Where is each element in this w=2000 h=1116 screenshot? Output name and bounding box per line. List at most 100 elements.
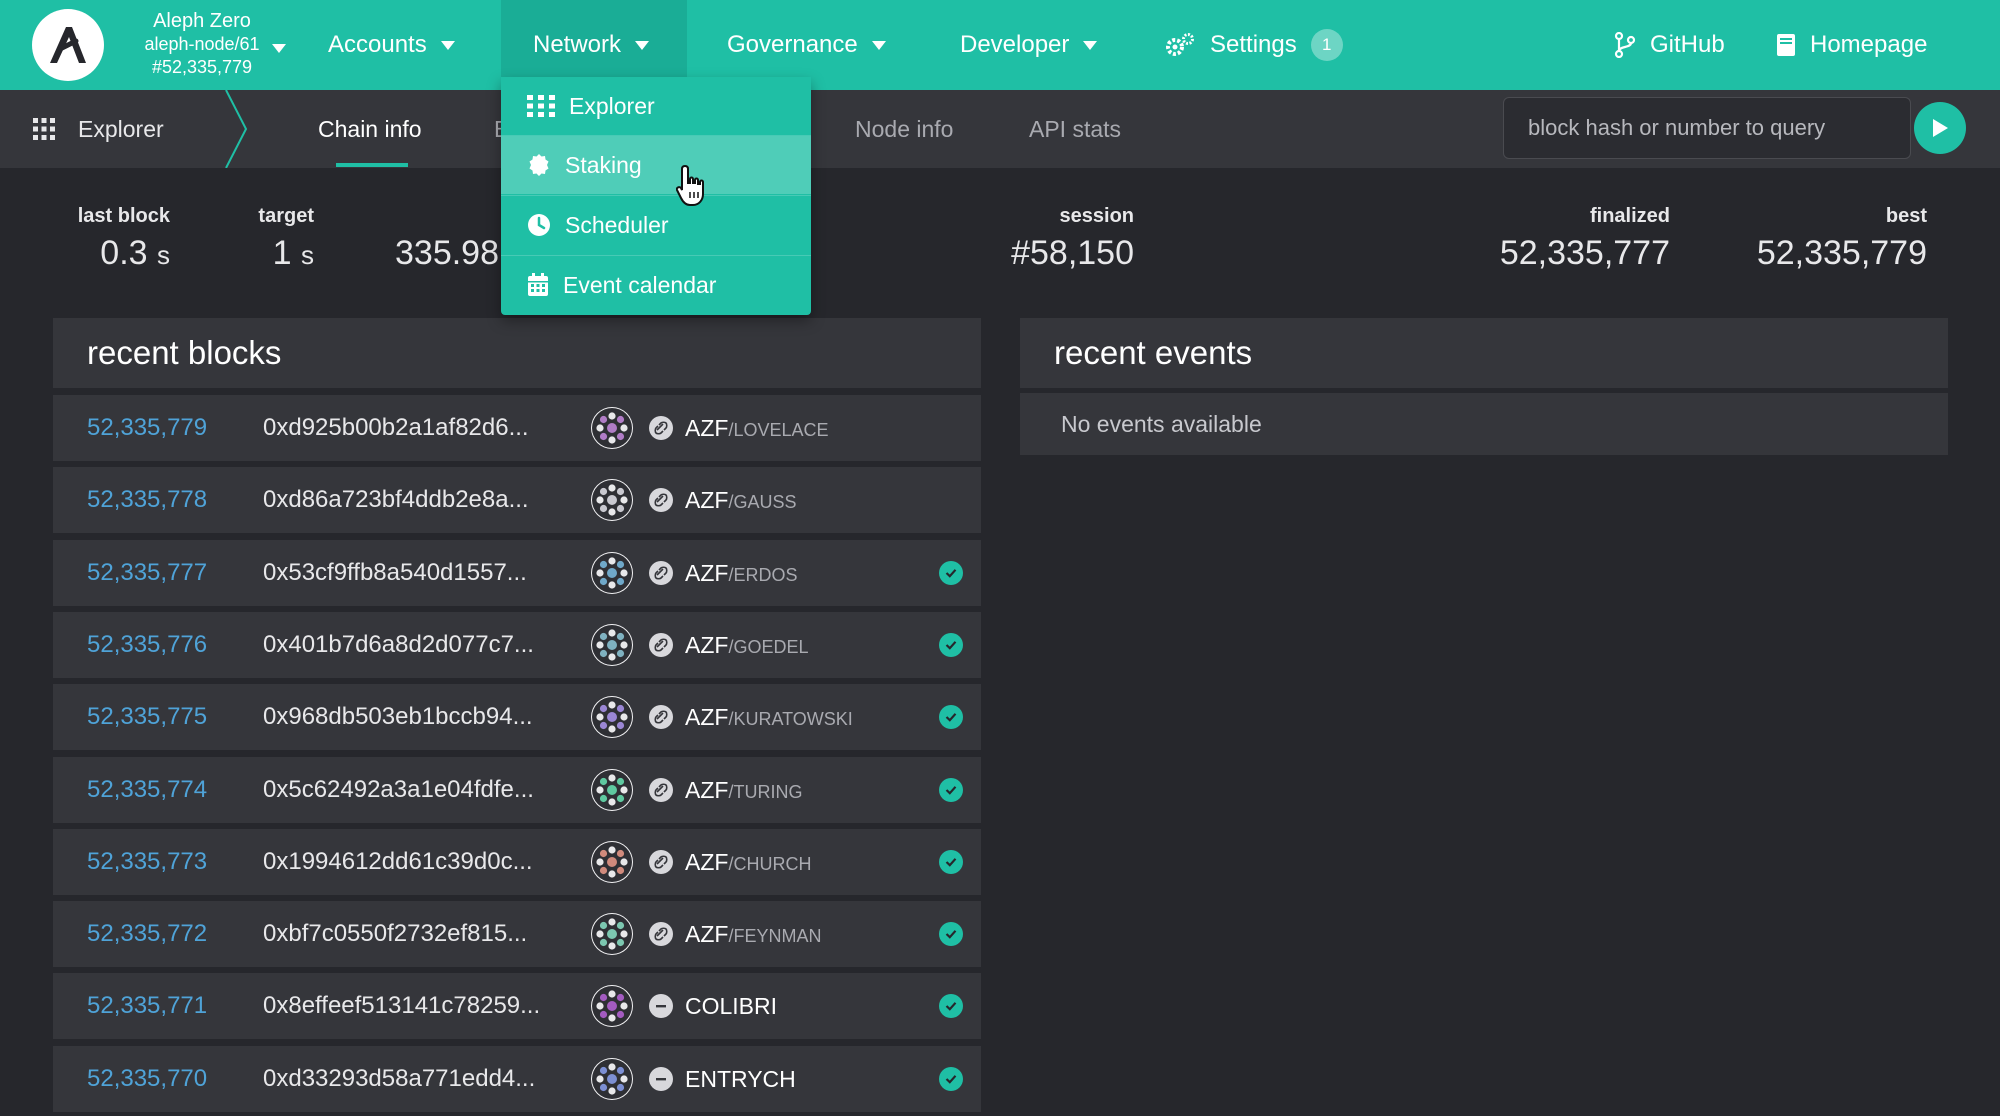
identity-link-icon [649, 705, 673, 729]
nav-homepage[interactable]: Homepage [1776, 0, 1927, 90]
block-number-link[interactable]: 52,335,774 [87, 776, 207, 804]
nav-accounts[interactable]: Accounts [328, 0, 455, 90]
stat-target: target 1 s [252, 205, 314, 273]
stat-finalized-value: 52,335,777 [1499, 234, 1670, 272]
certificate-icon [529, 154, 549, 176]
validator-identicon-icon[interactable] [590, 912, 634, 956]
block-hash: 0xbf7c0550f2732ef815... [263, 920, 528, 947]
search-submit-button[interactable] [1914, 102, 1966, 154]
validator-identicon-icon[interactable] [590, 695, 634, 739]
block-number-link[interactable]: 52,335,772 [87, 920, 207, 948]
block-author[interactable]: AZF/LOVELACE [685, 415, 829, 442]
block-row[interactable]: 52,335,778 0xd86a723bf4ddb2e8a... AZF/GAUS… [53, 467, 981, 533]
network-dropdown-menu: Explorer Staking Scheduler Event calenda… [501, 77, 811, 315]
block-row[interactable]: 52,335,776 0x401b7d6a8d2d077c7... AZF/GOED… [53, 612, 981, 678]
recent-blocks-title: recent blocks [53, 318, 981, 388]
explorer-section-label: Explorer [78, 115, 164, 142]
block-row[interactable]: 52,335,779 0xd925b00b2a1af82d6... AZF/LOVE… [53, 395, 981, 461]
block-number-link[interactable]: 52,335,771 [87, 992, 207, 1020]
block-author-name: ENTRYCH [685, 1065, 796, 1092]
menu-item-event-calendar[interactable]: Event calendar [501, 256, 811, 314]
nav-github[interactable]: GitHub [1614, 0, 1725, 90]
block-hash: 0xd33293d58a771edd4... [263, 1065, 536, 1092]
block-row[interactable]: 52,335,772 0xbf7c0550f2732ef815... AZF/FEY… [53, 901, 981, 967]
block-row[interactable]: 52,335,770 0xd33293d58a771edd4... ENTRYCH [53, 1046, 981, 1112]
gears-icon [1166, 33, 1194, 56]
block-author[interactable]: AZF/GAUSS [685, 487, 796, 514]
identity-link-icon [649, 416, 673, 440]
block-author[interactable]: AZF/GOEDEL [685, 632, 808, 659]
block-number-link[interactable]: 52,335,777 [87, 559, 207, 587]
validator-identicon-icon[interactable] [590, 768, 634, 812]
block-author[interactable]: AZF/TURING [685, 777, 802, 804]
aleph-zero-logo[interactable] [32, 9, 104, 81]
tab-node-info[interactable]: Node info [855, 90, 953, 168]
block-search-input[interactable] [1503, 97, 1911, 159]
block-row[interactable]: 52,335,775 0x968db503eb1bccb94... AZF/KURA… [53, 684, 981, 750]
identity-link-icon [649, 850, 673, 874]
stat-target-value: 1 [272, 234, 292, 272]
stat-target-unit: s [301, 240, 314, 270]
block-row[interactable]: 52,335,771 0x8effeef513141c78259... COLIBR… [53, 973, 981, 1039]
validator-identicon-icon[interactable] [590, 406, 634, 450]
block-author-name: AZF [685, 414, 729, 441]
block-author[interactable]: AZF/ERDOS [685, 560, 797, 587]
finalized-check-icon [939, 705, 963, 729]
book-icon [1777, 34, 1795, 56]
block-author[interactable]: AZF/KURATOWSKI [685, 704, 853, 731]
block-author-name: AZF [685, 848, 729, 875]
block-hash: 0x53cf9ffb8a540d1557... [263, 559, 527, 586]
validator-identicon-icon[interactable] [590, 984, 634, 1028]
block-hash: 0x8effeef513141c78259... [263, 992, 541, 1019]
validator-identicon-icon[interactable] [590, 1057, 634, 1101]
chain-selector[interactable]: Aleph Zero aleph-node/61 #52,335,779 [122, 10, 286, 80]
current-block: #52,335,779 [151, 57, 253, 77]
nav-accounts-label: Accounts [328, 31, 427, 58]
block-author-sub: /FEYNMAN [728, 925, 822, 946]
block-number-link[interactable]: 52,335,770 [87, 1065, 207, 1093]
block-author[interactable]: COLIBRI [685, 993, 777, 1020]
block-number-link[interactable]: 52,335,773 [87, 848, 207, 876]
menu-item-staking[interactable]: Staking [501, 136, 811, 194]
block-author[interactable]: ENTRYCH [685, 1066, 796, 1093]
stat-finalized-label: finalized [1589, 205, 1670, 227]
stat-last-block-value: 0.3 [100, 234, 148, 272]
block-author[interactable]: AZF/CHURCH [685, 849, 811, 876]
nav-settings[interactable]: Settings 1 [1164, 0, 1343, 90]
tab-api-stats[interactable]: API stats [1029, 90, 1121, 168]
block-number-link[interactable]: 52,335,779 [87, 414, 207, 442]
validator-identicon-icon[interactable] [590, 840, 634, 884]
block-hash: 0x401b7d6a8d2d077c7... [263, 631, 534, 658]
tab-chain-info[interactable]: Chain info [318, 90, 422, 168]
grid-icon [33, 118, 55, 140]
chevron-down-icon [871, 40, 886, 50]
block-number-link[interactable]: 52,335,778 [87, 486, 207, 514]
nav-network-label: Network [533, 31, 622, 58]
finalized-check-icon [939, 922, 963, 946]
clock-icon [528, 214, 550, 236]
stat-best-value: 52,335,779 [1756, 234, 1927, 272]
block-row[interactable]: 52,335,777 0x53cf9ffb8a540d1557... AZF/ERD… [53, 540, 981, 606]
block-number-link[interactable]: 52,335,776 [87, 631, 207, 659]
block-author-sub: /TURING [728, 781, 803, 802]
block-author[interactable]: AZF/FEYNMAN [685, 921, 821, 948]
block-number-link[interactable]: 52,335,775 [87, 703, 207, 731]
finalized-check-icon [939, 850, 963, 874]
menu-item-scheduler[interactable]: Scheduler [501, 196, 811, 254]
block-row[interactable]: 52,335,774 0x5c62492a3a1e04fdfe... AZF/TUR… [53, 757, 981, 823]
git-branch-icon [1614, 32, 1636, 58]
validator-identicon-icon[interactable] [590, 623, 634, 667]
explorer-section[interactable]: Explorer [32, 90, 164, 168]
block-row[interactable]: 52,335,773 0x1994612dd61c39d0c... AZF/CHUR… [53, 829, 981, 895]
validator-identicon-icon[interactable] [590, 551, 634, 595]
validator-identicon-icon[interactable] [590, 478, 634, 522]
stat-best-label: best [1885, 205, 1927, 227]
nav-developer[interactable]: Developer [960, 0, 1098, 90]
identity-none-icon [649, 1067, 673, 1091]
block-author-name: AZF [685, 920, 729, 947]
menu-item-event-calendar-label: Event calendar [563, 271, 717, 298]
nav-homepage-label: Homepage [1810, 31, 1928, 58]
menu-item-explorer[interactable]: Explorer [501, 77, 811, 135]
stat-session-value: #58,150 [1011, 234, 1134, 272]
identity-link-icon [649, 561, 673, 585]
